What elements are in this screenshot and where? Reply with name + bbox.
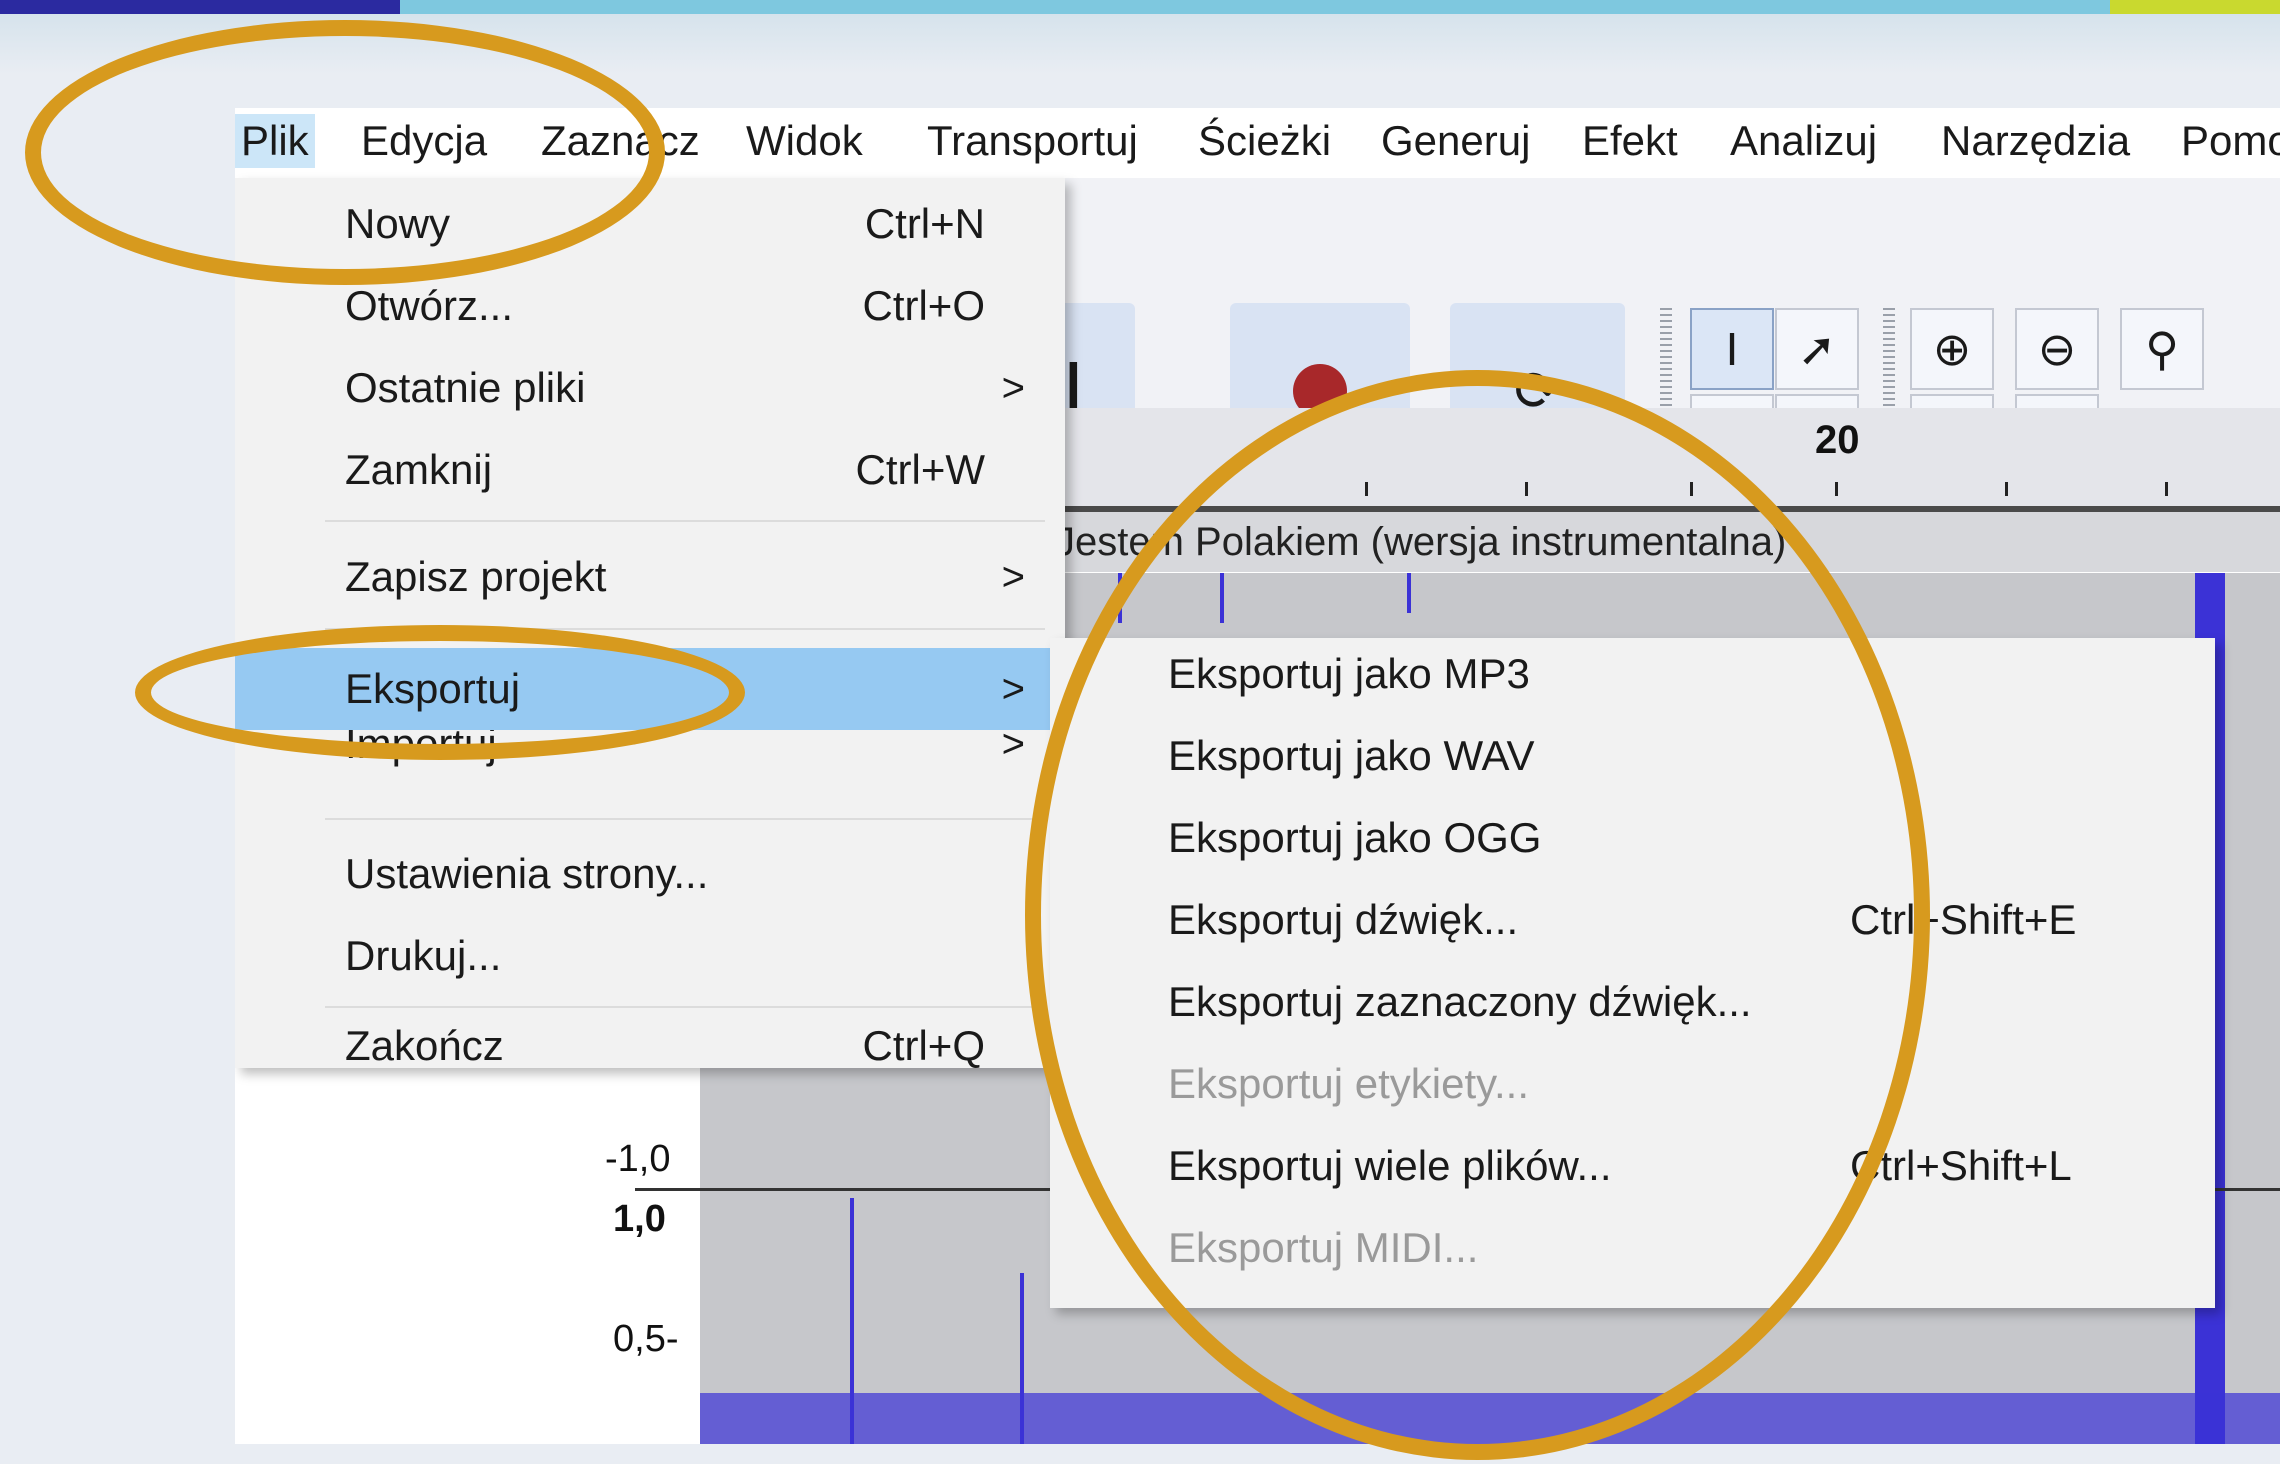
slide-top-bar-left — [0, 0, 400, 14]
scale-label: -1,0 — [605, 1138, 671, 1180]
menu-separator — [325, 818, 1045, 820]
ruler-label: 20 — [1815, 418, 1860, 462]
scale-label: 1,0 — [613, 1198, 666, 1240]
waveform-peak — [850, 1198, 854, 1444]
menu-item-zakoncz[interactable]: Zakończ Ctrl+Q — [235, 1010, 1065, 1082]
annotation-ring-submenu — [1025, 370, 1930, 1460]
menu-separator — [325, 1006, 1045, 1008]
zoom-in-button[interactable]: ⊕ — [1910, 308, 1994, 390]
slide-top-bar-right — [2110, 0, 2280, 14]
envelope-tool-button[interactable]: ➚ — [1775, 308, 1859, 390]
select-tool-button[interactable]: I — [1690, 308, 1774, 390]
select-tool-icon: I — [1725, 323, 1739, 375]
menu-pomoc[interactable]: Pomoc — [2175, 114, 2280, 168]
zoom-out-icon: ⊖ — [2037, 323, 2077, 375]
menu-sciezki[interactable]: Ścieżki — [1192, 114, 1337, 168]
menu-narzedzia[interactable]: Narzędzia — [1935, 114, 2136, 168]
menu-generuj[interactable]: Generuj — [1375, 114, 1536, 168]
zoom-out-button[interactable]: ⊖ — [2015, 308, 2099, 390]
fit-selection-icon: ⚲ — [2145, 323, 2179, 375]
menu-item-zamknij[interactable]: Zamknij Ctrl+W — [235, 434, 1065, 506]
menu-separator — [325, 520, 1045, 522]
menu-widok[interactable]: Widok — [740, 114, 869, 168]
ruler-tick — [1835, 482, 1838, 496]
chevron-right-icon: > — [1001, 667, 1025, 711]
menu-item-drukuj[interactable]: Drukuj... — [235, 920, 1065, 992]
chevron-right-icon: > — [1001, 555, 1025, 599]
slide-top-bar-middle — [400, 0, 2110, 14]
menu-analizuj[interactable]: Analizuj — [1724, 114, 1883, 168]
zoom-in-icon: ⊕ — [1932, 323, 1972, 375]
scale-label: 0,5- — [613, 1318, 679, 1360]
envelope-tool-icon: ➚ — [1797, 323, 1837, 375]
annotation-ring-plik — [25, 20, 665, 285]
menu-transportuj[interactable]: Transportuj — [921, 114, 1144, 168]
chevron-right-icon: > — [1001, 730, 1025, 766]
menu-item-ostatnie-pliki[interactable]: Ostatnie pliki > — [235, 352, 1065, 424]
waveform-peak — [1020, 1273, 1024, 1444]
fit-selection-button[interactable]: ⚲ — [2120, 308, 2204, 390]
menu-efekt[interactable]: Efekt — [1576, 114, 1684, 168]
file-menu-dropdown: Nowy Ctrl+N Otwórz... Ctrl+O Ostatnie pl… — [235, 178, 1065, 1069]
ruler-tick — [2165, 482, 2168, 496]
chevron-right-icon: > — [1001, 366, 1025, 410]
menu-item-zapisz-projekt[interactable]: Zapisz projekt > — [235, 541, 1065, 613]
menu-item-ustawienia-strony[interactable]: Ustawienia strony... — [235, 838, 1065, 910]
annotation-ring-eksportuj — [135, 625, 745, 760]
ruler-tick — [2005, 482, 2008, 496]
